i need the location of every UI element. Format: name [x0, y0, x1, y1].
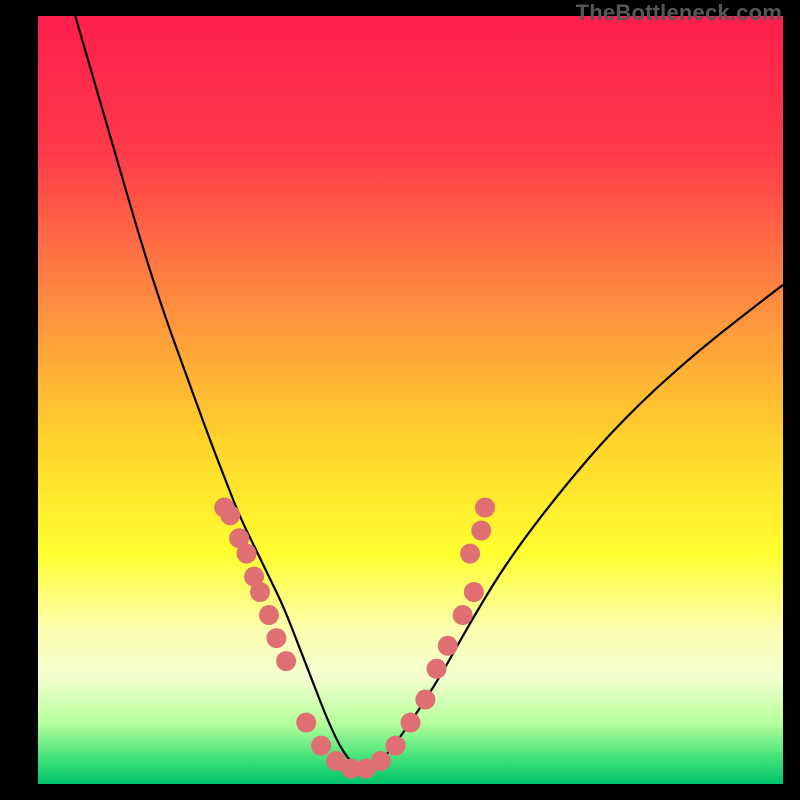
data-point — [471, 521, 491, 541]
data-point — [311, 736, 331, 756]
chart-frame: TheBottleneck.com — [0, 0, 800, 800]
data-point — [386, 736, 406, 756]
data-point — [475, 498, 495, 518]
data-point — [276, 651, 296, 671]
data-point — [453, 605, 473, 625]
data-point — [401, 713, 421, 733]
watermark-text: TheBottleneck.com — [576, 0, 782, 26]
gradient-background — [38, 16, 783, 784]
data-point — [220, 505, 240, 525]
data-point — [296, 713, 316, 733]
bottleneck-chart — [38, 16, 783, 784]
data-point — [266, 628, 286, 648]
plot-area — [38, 16, 783, 784]
data-point — [438, 636, 458, 656]
data-point — [259, 605, 279, 625]
data-point — [460, 544, 480, 564]
data-point — [415, 690, 435, 710]
data-point — [371, 751, 391, 771]
data-point — [250, 582, 270, 602]
data-point — [464, 582, 484, 602]
data-point — [237, 544, 257, 564]
data-point — [427, 659, 447, 679]
